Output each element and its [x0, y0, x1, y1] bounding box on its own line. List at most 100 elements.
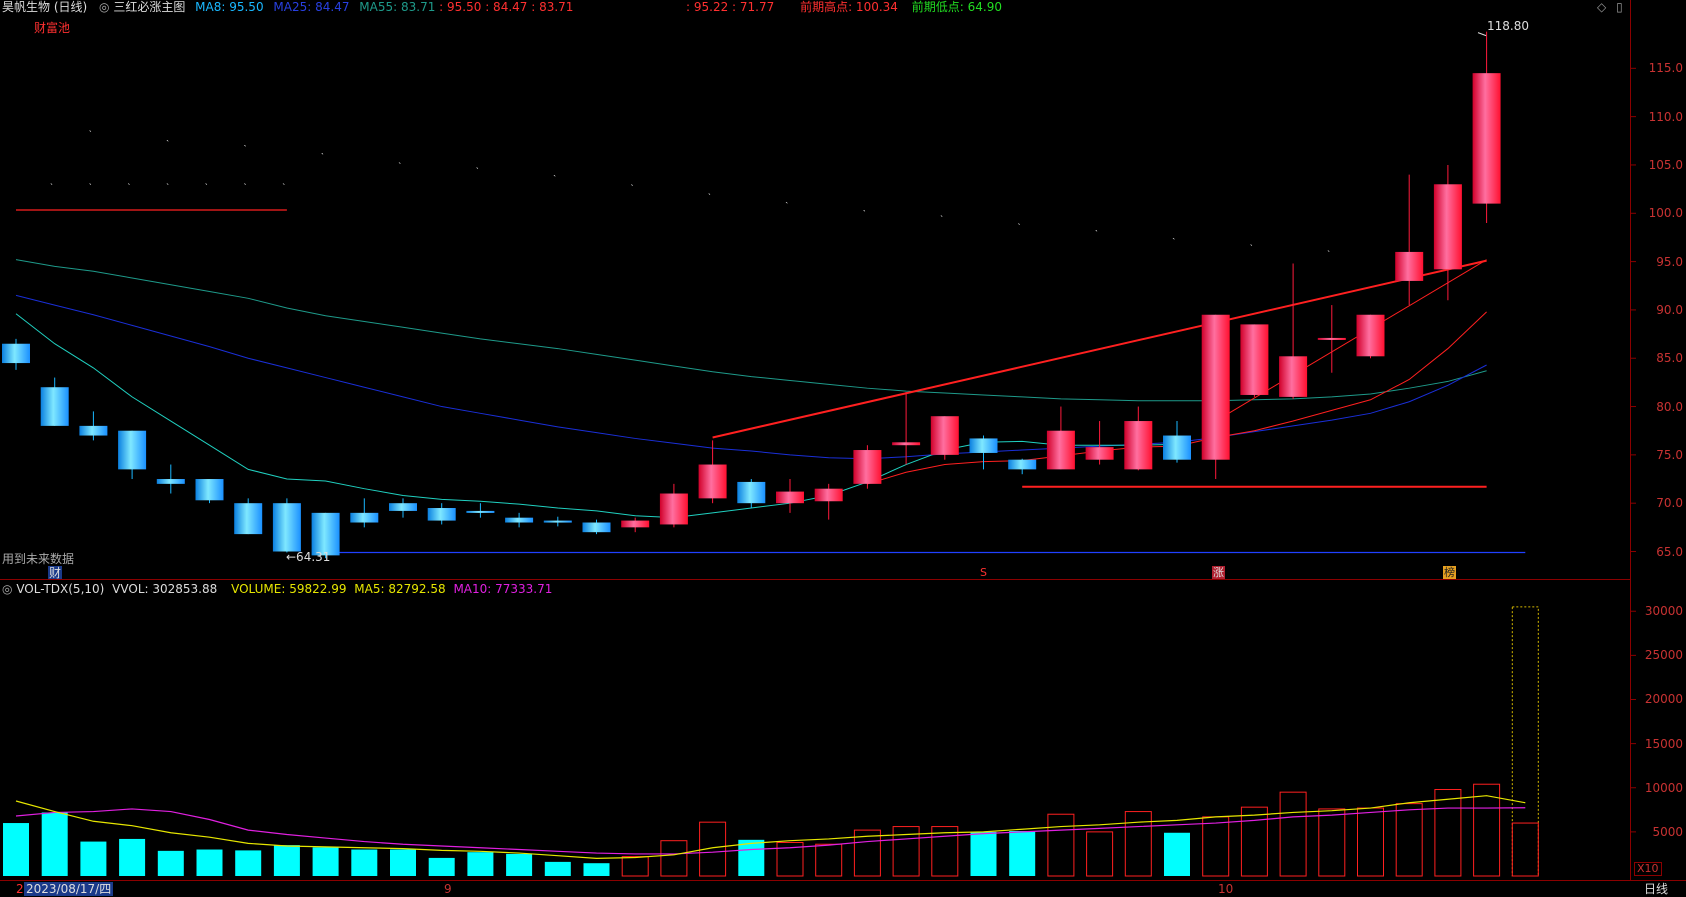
volume-bar-36 [1395, 803, 1423, 877]
extra-values: : 95.22 : 71.77 [686, 0, 775, 14]
stock-title[interactable]: 昊帆生物 (日线) [2, 0, 87, 14]
volume-header: ◎ VOL-TDX(5,10) VVOL: 302853.88 VOLUME: … [2, 582, 552, 596]
price-tick-label: 105.0 [1648, 157, 1683, 172]
restore-icon[interactable]: ▯ [1616, 0, 1623, 14]
candle-body-18 [698, 464, 727, 499]
window-controls[interactable]: ◇ ▯ [1597, 0, 1623, 14]
price-tick-label: 65.0 [1656, 544, 1683, 559]
candle-body-9 [350, 512, 379, 523]
candle-body-19 [737, 481, 766, 504]
candle-body-10 [389, 503, 417, 511]
volume-tick-label: 15000 [1644, 736, 1683, 751]
volume-bar-19 [738, 839, 765, 876]
high-price-arrow [1477, 32, 1487, 37]
signal-mark-7: ˴ [89, 126, 92, 136]
volume-bar-0 [3, 823, 29, 876]
caifuchi-label: 财富池 [34, 21, 71, 35]
candle-body-17 [659, 493, 688, 525]
candle-body-24 [930, 416, 959, 455]
marker-s: S [980, 566, 987, 579]
candle-body-7 [272, 503, 301, 552]
signal-mark-4: ˴ [205, 179, 208, 189]
ma8-value: MA8: 95.50 [195, 0, 264, 14]
candle-body-16 [621, 520, 650, 528]
signal-mark-6: ˴ [282, 179, 285, 189]
volume-indicator-name[interactable]: VOL-TDX(5,10) [16, 582, 104, 596]
candle-body-38 [1472, 73, 1501, 204]
signal-mark-0: ˴ [50, 179, 53, 189]
price-axis[interactable]: 65.0 70.0 75.0 80.0 85.0 90.0 95.0 100.0 105.0 11… [1630, 0, 1686, 880]
candle-body-4 [156, 479, 185, 484]
volume-bar-24 [931, 826, 959, 877]
month-label-9: 9 [444, 882, 452, 896]
volume-bar-outline-39 [1511, 606, 1539, 877]
candle-body-25 [969, 438, 998, 453]
volume-bar-13 [506, 853, 533, 876]
prev-high-value: 前期高点: 100.34 [800, 0, 898, 14]
signal-mark-19: ˴ [1018, 219, 1021, 229]
signal-mark-3: ˴ [166, 179, 169, 189]
volume-toggle-icon[interactable]: ◎ [2, 582, 12, 596]
volume-bar-38 [1473, 783, 1501, 877]
signal-mark-14: ˴ [631, 180, 634, 190]
volume-bar-12 [467, 852, 494, 876]
period-label[interactable]: 日线 [1644, 882, 1668, 896]
candle-body-34 [1317, 337, 1346, 340]
x10-badge: X10 [1634, 862, 1662, 876]
volume-tick-label: 30000 [1644, 604, 1683, 619]
signal-mark-2: ˴ [127, 179, 130, 189]
indicator-toggle-icon[interactable]: ◎ [99, 0, 109, 14]
signal-mark-8: ˴ [166, 136, 169, 146]
candle-body-15 [582, 522, 611, 533]
signal-mark-11: ˴ [398, 158, 401, 168]
indicator-name[interactable]: 三红必涨主图 [113, 0, 185, 14]
candle-body-14 [543, 520, 572, 523]
vvol-value: VVOL: 302853.88 [112, 582, 218, 596]
volume-bar-26 [1009, 830, 1036, 876]
volume-bar-11 [428, 857, 455, 876]
volume-bar-30 [1164, 832, 1190, 876]
candle-body-37 [1433, 184, 1462, 270]
candle-body-2 [79, 425, 108, 436]
date-axis[interactable]: 2 2023/08/17/四 9 10 日线 [0, 880, 1686, 897]
diamond-icon[interactable]: ◇ [1597, 0, 1606, 14]
signal-mark-18: ˴ [940, 211, 943, 221]
vol-ma10-line [15, 807, 1526, 855]
volume-tick-label: 10000 [1644, 780, 1683, 795]
candle-body-0 [2, 343, 30, 364]
candle-body-11 [427, 508, 456, 521]
volume-bar-35 [1357, 807, 1384, 877]
candle-body-22 [853, 450, 882, 484]
vol-ma10-value: MA10: 77333.71 [453, 582, 553, 596]
volume-bar-34 [1318, 808, 1346, 877]
signal-mark-17: ˴ [863, 205, 866, 215]
candle-body-12 [466, 510, 495, 513]
candle-body-29 [1124, 421, 1153, 470]
volume-bar-31 [1202, 816, 1230, 877]
candle-body-21 [814, 488, 843, 502]
price-tick-label: 85.0 [1656, 351, 1683, 366]
prev-low-value: 前期低点: 64.90 [911, 0, 1002, 14]
candle-body-20 [776, 491, 804, 504]
price-tick-label: 80.0 [1656, 399, 1683, 414]
ma-cyan-line [15, 313, 1178, 519]
volume-value: VOLUME: 59822.99 [231, 582, 347, 596]
signal-mark-15: ˴ [708, 189, 711, 199]
candle-body-23 [892, 442, 921, 446]
volume-bar-1 [41, 812, 68, 876]
candle-body-8 [311, 512, 340, 556]
volume-bar-15 [583, 863, 610, 876]
volume-bar-28 [1086, 831, 1114, 877]
signal-mark-1: ˴ [89, 179, 92, 189]
candle-body-31 [1201, 314, 1230, 460]
chart-canvas[interactable]: ˴˴˴˴˴˴˴˴˴˴˴˴˴˴˴˴˴˴˴˴˴˴˴˴˴ [0, 0, 1686, 896]
candle-body-5 [195, 479, 224, 501]
volume-bar-39 [1511, 822, 1539, 877]
volume-bar-33 [1279, 791, 1307, 877]
volume-bar-10 [390, 849, 416, 876]
volume-bar-21 [815, 843, 843, 877]
low-price-label: ←64.31 [286, 550, 331, 564]
signal-mark-20: ˴ [1095, 226, 1098, 236]
volume-bar-7 [273, 845, 300, 876]
candle-body-32 [1240, 324, 1269, 395]
